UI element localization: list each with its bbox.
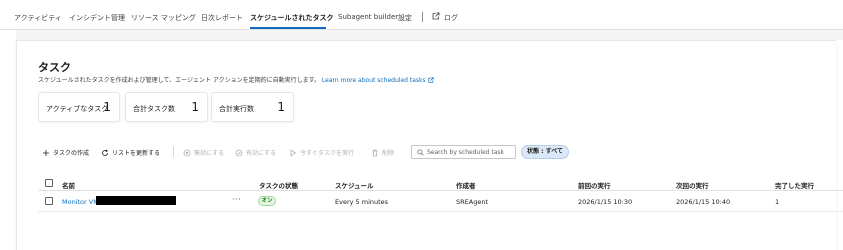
status-badge: オン	[258, 196, 276, 206]
tab-subagent-builder[interactable]: Subagent builder	[338, 13, 398, 21]
stat-card-total-tasks: 合計タスク数 1	[125, 92, 208, 122]
refresh-icon	[102, 149, 108, 156]
column-header-name[interactable]: 名前	[62, 180, 75, 190]
stat-label: アクティブなタスク	[46, 105, 109, 113]
column-header-author[interactable]: 作成者	[456, 180, 476, 190]
tab-scheduled-tasks[interactable]: スケジュールされたタスク	[250, 13, 334, 23]
disable-icon	[183, 149, 191, 156]
tab-log[interactable]: ログ	[444, 13, 458, 23]
tab-settings[interactable]: 設定	[398, 13, 412, 23]
delete-label: 削除	[382, 150, 395, 157]
task-search-box[interactable]	[411, 145, 516, 159]
active-tab-indicator	[250, 27, 326, 29]
refresh-list-label: リストを更新する	[112, 150, 161, 157]
learn-more-label: Learn more about scheduled tasks	[321, 77, 426, 84]
stat-value: 1	[277, 100, 285, 114]
search-icon	[417, 149, 424, 156]
search-input[interactable]	[427, 147, 515, 158]
content-background	[16, 30, 843, 40]
toolbar-divider	[173, 146, 174, 157]
top-nav: アクティビティ インシデント管理 リソース マッピング 日次レポート スケジュー…	[0, 0, 843, 30]
redacted-text	[96, 196, 176, 205]
stat-label: 合計実行数	[219, 105, 254, 113]
trash-icon	[372, 149, 378, 156]
row-checkbox[interactable]	[45, 197, 53, 205]
column-header-last-run[interactable]: 前回の実行	[578, 180, 611, 190]
stat-card-active-tasks: アクティブなタスク 1	[38, 92, 120, 122]
header-divider	[38, 190, 843, 191]
play-icon	[290, 148, 297, 157]
select-all-checkbox[interactable]	[45, 179, 53, 187]
column-header-schedule[interactable]: スケジュール	[335, 180, 374, 190]
more-options-icon[interactable]: ···	[232, 195, 241, 204]
task-author: SREAgent	[456, 198, 488, 206]
column-header-completed-runs[interactable]: 完了した実行	[775, 180, 814, 190]
enable-button[interactable]: 有効にする	[235, 148, 276, 157]
run-now-label: 今すぐタスクを実行	[300, 150, 355, 157]
tab-resource-mapping[interactable]: リソース マッピング	[131, 13, 196, 23]
status-filter-pill[interactable]: 状態 : すべて	[521, 145, 569, 159]
stat-value: 1	[103, 100, 111, 114]
column-header-status[interactable]: タスクの状態	[259, 180, 298, 190]
task-completed-runs: 1	[775, 198, 780, 206]
external-link-icon	[428, 77, 434, 83]
plus-icon	[43, 149, 49, 156]
nav-divider	[422, 12, 423, 22]
external-link-icon[interactable]	[432, 12, 440, 20]
enable-label: 有効にする	[246, 150, 277, 157]
task-next-run: 2026/1/15 10:40	[676, 198, 731, 206]
page-subtitle: スケジュールされたタスクを作成および管理して、エージェント アクションを定期的に…	[38, 75, 434, 84]
enable-icon	[235, 149, 243, 156]
tab-daily-report[interactable]: 日次レポート	[201, 13, 243, 23]
disable-button[interactable]: 無効にする	[183, 148, 224, 157]
stat-value: 1	[191, 100, 199, 114]
stat-label: 合計タスク数	[133, 105, 175, 113]
create-task-button[interactable]: タスクの作成	[42, 148, 89, 157]
column-header-next-run[interactable]: 次回の実行	[676, 180, 709, 190]
page-title: タスク	[38, 61, 71, 74]
task-name-link[interactable]: Monitor VM	[62, 198, 99, 206]
create-task-label: タスクの作成	[53, 150, 90, 157]
run-now-button[interactable]: 今すぐタスクを実行	[289, 148, 354, 157]
row-divider	[38, 211, 843, 212]
page-description: スケジュールされたタスクを作成および管理して、エージェント アクションを定期的に…	[38, 77, 320, 84]
delete-button[interactable]: 削除	[371, 148, 394, 157]
task-schedule: Every 5 minutes	[335, 198, 389, 206]
disable-label: 無効にする	[194, 150, 225, 157]
tab-activity[interactable]: アクティビティ	[14, 13, 62, 23]
tab-incident-management[interactable]: インシデント管理	[69, 13, 125, 23]
refresh-list-button[interactable]: リストを更新する	[101, 148, 160, 157]
learn-more-link[interactable]: Learn more about scheduled tasks	[322, 77, 434, 84]
stat-card-total-runs: 合計実行数 1	[211, 92, 294, 122]
task-last-run: 2026/1/15 10:30	[578, 198, 633, 206]
